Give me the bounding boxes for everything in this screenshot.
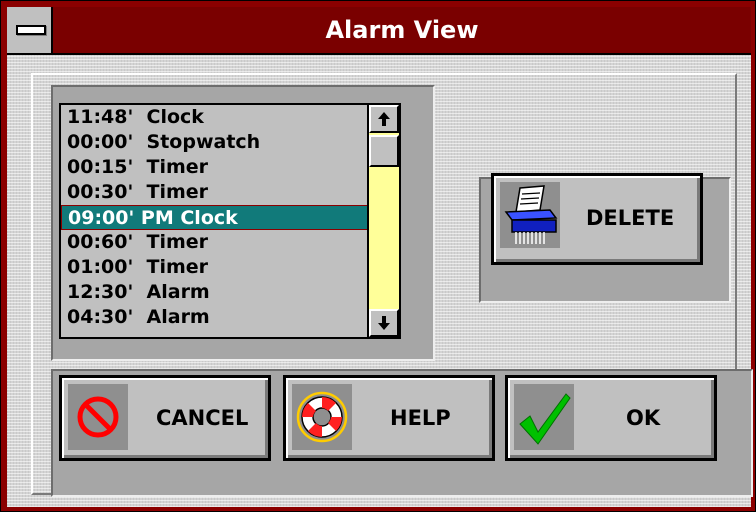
alarm-list-item-selected[interactable]: 09:00' PM Clock [61,205,395,230]
alarm-list-item[interactable]: 00:00' Stopwatch [61,130,395,155]
alarm-list-item[interactable]: 11:48' Clock [61,105,395,130]
window-title: Alarm View [325,16,479,44]
arrow-up-icon [378,112,390,126]
prohibited-icon [68,384,128,450]
alarm-list-item[interactable]: 04:30' Alarm [61,305,395,330]
alarm-view-window: Alarm View 11:48' Clock 00:00' Stopwatch… [0,0,756,512]
alarm-listbox[interactable]: 11:48' Clock 00:00' Stopwatch 00:15' Tim… [59,103,401,339]
alarm-list-item[interactable]: 00:60' Timer [61,230,395,255]
delete-button[interactable]: DELETE [491,173,703,265]
ok-button[interactable]: OK [505,375,717,461]
alarm-list-item[interactable]: 00:15' Timer [61,155,395,180]
checkmark-icon [514,384,574,450]
alarm-list-item[interactable]: 00:30' Timer [61,180,395,205]
system-menu-button[interactable] [7,7,53,53]
alarm-list-items: 11:48' Clock 00:00' Stopwatch 00:15' Tim… [61,105,395,330]
delete-button-label: DELETE [586,206,675,230]
list-scrollbar[interactable] [367,105,399,337]
arrow-down-icon [378,316,390,330]
cancel-button-label: CANCEL [156,406,249,430]
scroll-down-button[interactable] [369,309,399,337]
shredder-icon [500,182,560,248]
alarm-list-item[interactable]: 01:00' Timer [61,255,395,280]
scroll-thumb[interactable] [369,135,399,167]
ok-button-label: OK [626,406,661,430]
life-preserver-icon [292,384,352,450]
alarm-list-item[interactable]: 12:30' Alarm [61,280,395,305]
system-menu-icon [16,25,46,35]
cancel-button[interactable]: CANCEL [59,375,271,461]
title-bar: Alarm View [7,7,751,55]
help-button[interactable]: HELP [283,375,495,461]
scroll-up-button[interactable] [369,105,399,133]
help-button-label: HELP [390,406,451,430]
